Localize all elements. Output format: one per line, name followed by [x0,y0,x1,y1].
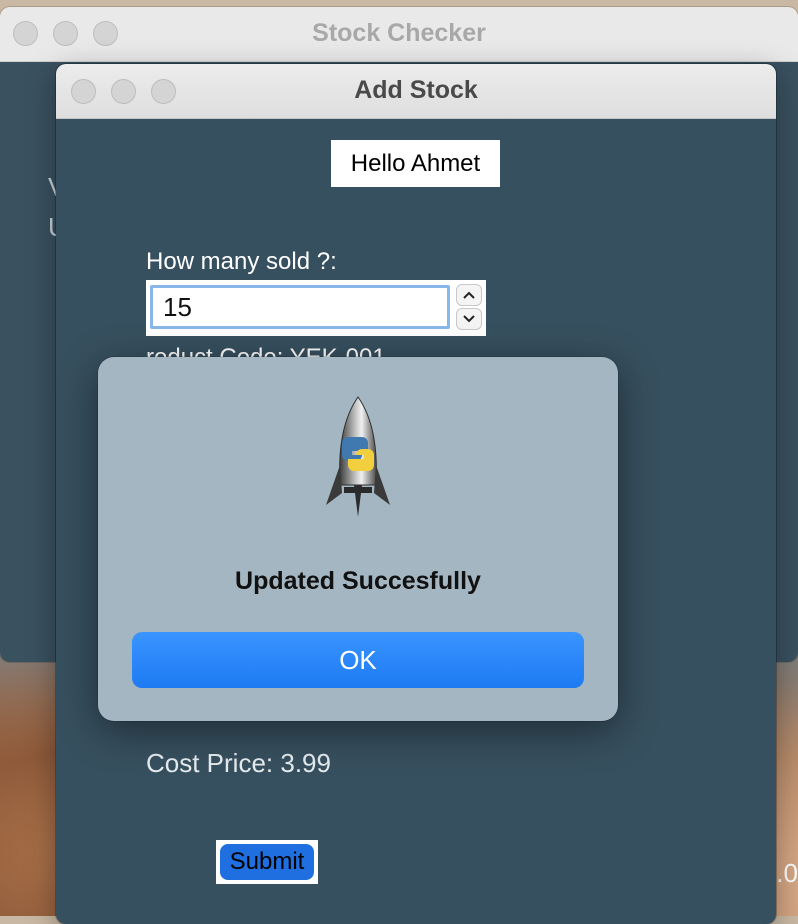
chevron-down-icon [463,315,475,323]
submit-button-frame: Submit [216,840,318,884]
stock-checker-titlebar[interactable]: Stock Checker [0,7,798,62]
add-stock-titlebar[interactable]: Add Stock [56,64,776,119]
submit-button[interactable]: Submit [220,844,314,880]
sold-quantity-spinbox [146,280,486,336]
sold-quantity-label: How many sold ?: [146,248,337,275]
alert-message: Updated Succesfully [235,567,481,595]
window-title: Add Stock [354,76,478,104]
increment-button[interactable] [456,284,482,306]
alert-dialog: Updated Succesfully OK [98,357,618,721]
greeting-label: Hello Ahmet [331,140,500,187]
decrement-button[interactable] [456,308,482,330]
cost-price-label: Cost Price: 3.99 [146,748,331,778]
window-title: Stock Checker [312,19,486,47]
python-launcher-rocket-icon [326,396,390,517]
spinbox-arrows [456,284,482,330]
ok-button[interactable]: OK [132,632,584,688]
sold-quantity-input[interactable] [150,285,450,329]
chevron-up-icon [463,291,475,299]
